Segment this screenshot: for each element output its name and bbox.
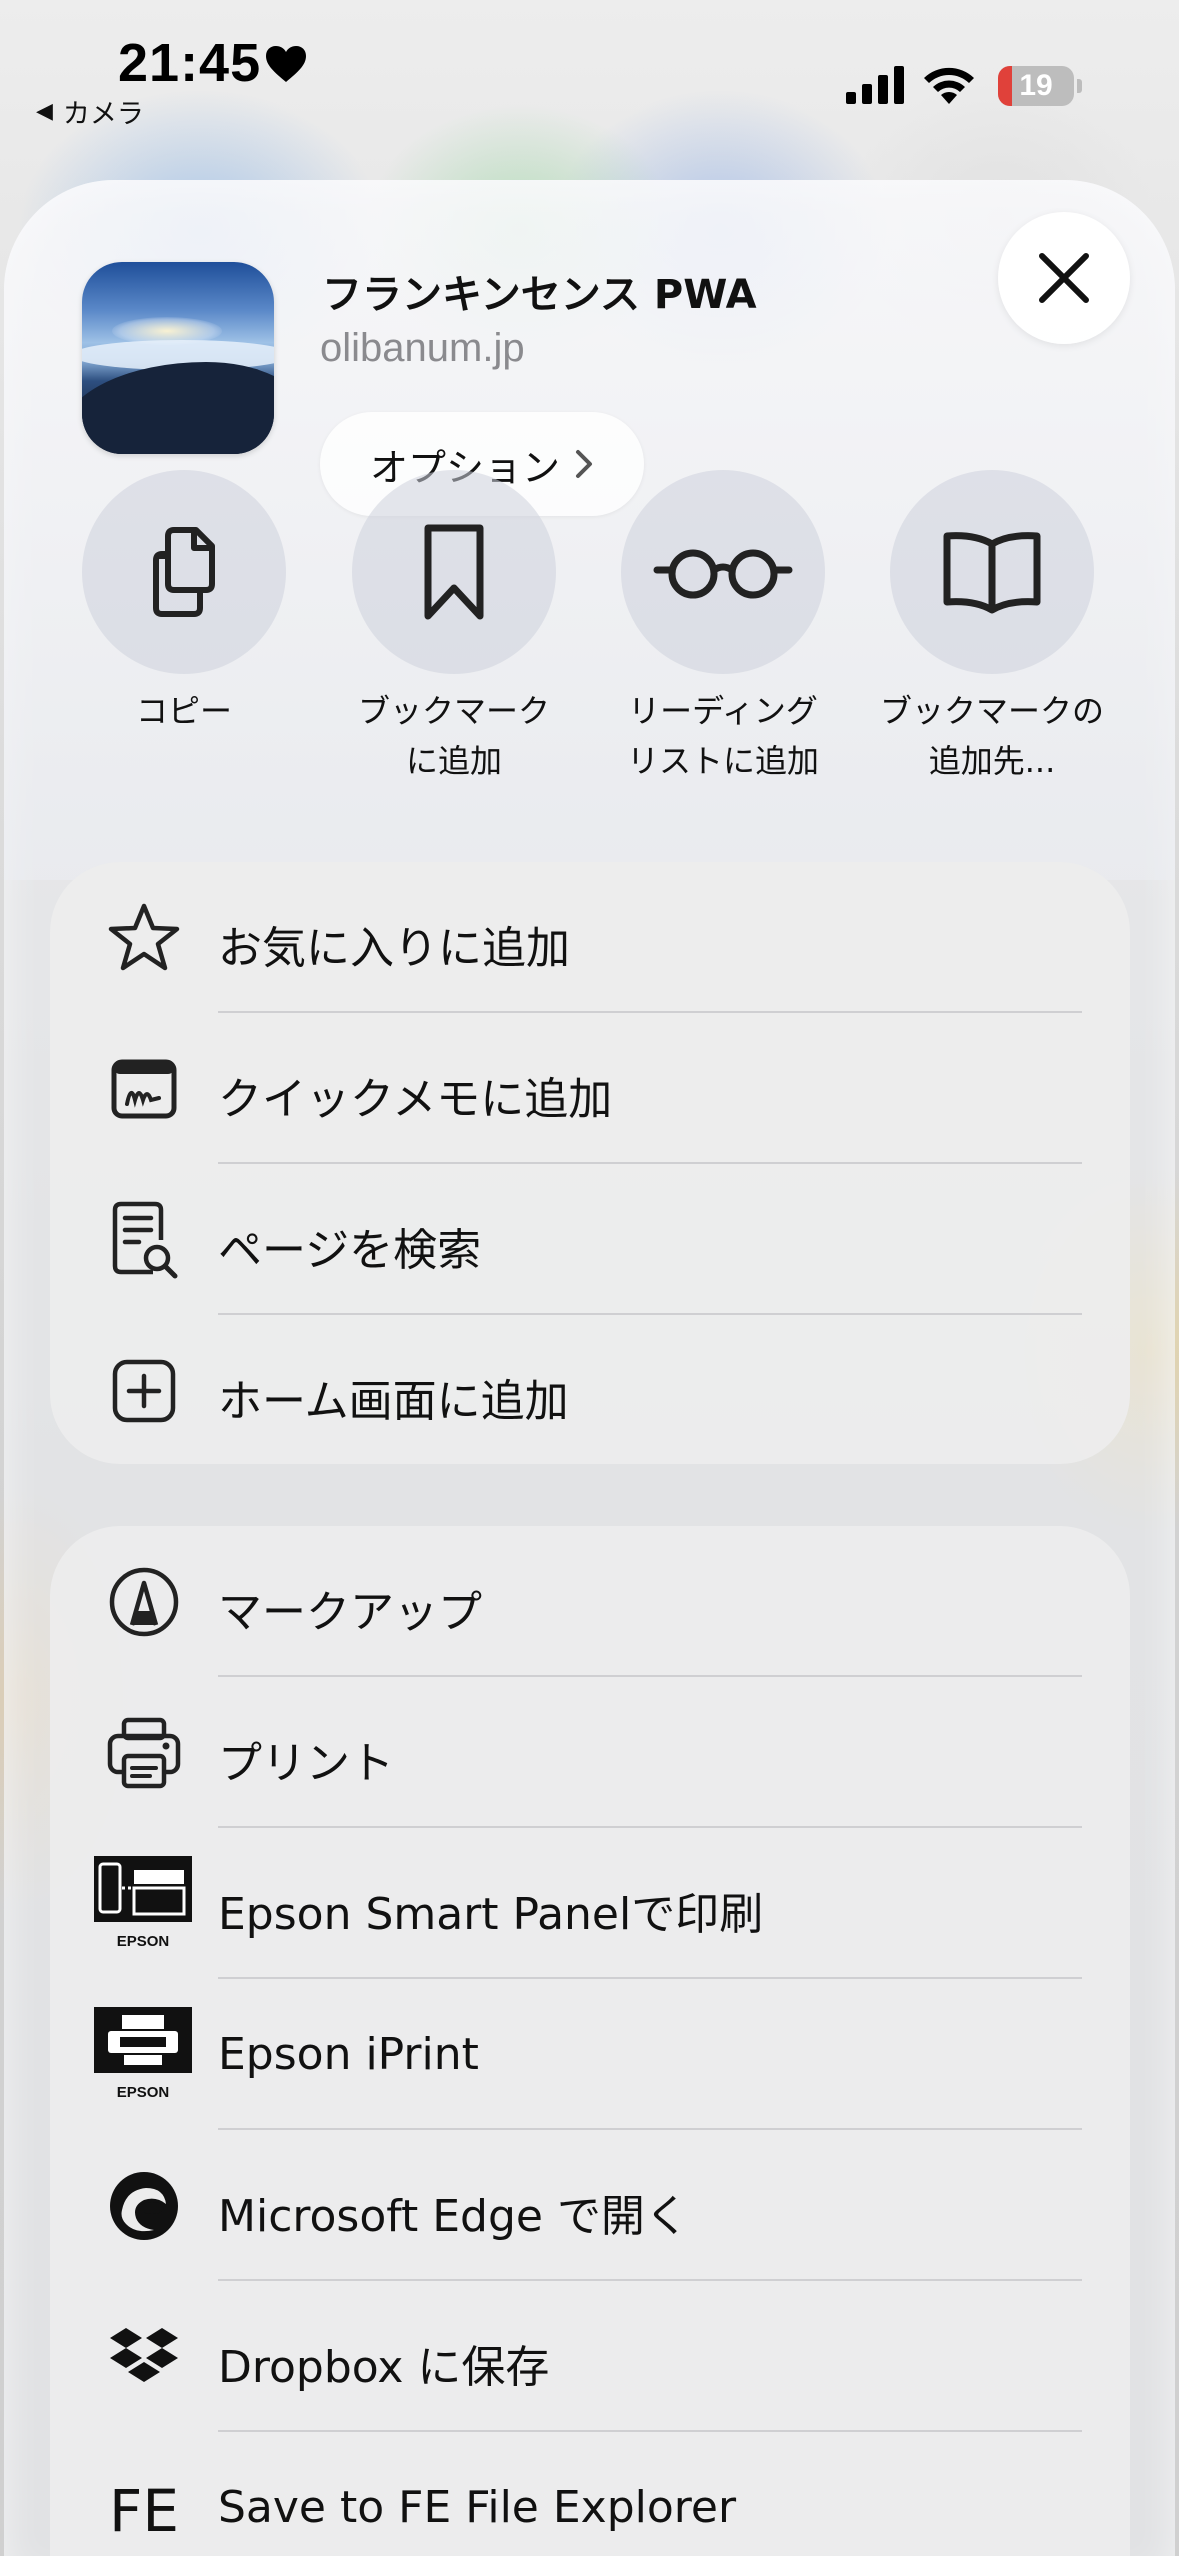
back-triangle-icon: ◀ [36, 99, 53, 124]
quick-actions-row: コピー ブックマーク に追加 リーディング リストに追加 ブックマークの 追加先… [0, 470, 1179, 800]
fe-file-explorer-icon: FE [109, 2477, 179, 2543]
menu-item-save-to-dropbox[interactable]: Dropbox に保存 [50, 2281, 1130, 2432]
menu-item-label: ページを検索 [218, 1225, 482, 1276]
close-icon [1039, 253, 1089, 303]
heart-icon [266, 46, 306, 82]
menu-item-label: Dropbox に保存 [218, 2342, 550, 2393]
menu-item-label: Epson Smart Panelで印刷 [218, 1889, 764, 1940]
markup-icon [109, 1567, 179, 1637]
menu-item-label: Epson iPrint [218, 2029, 479, 2080]
add-bookmark-label: ブックマーク に追加 [357, 692, 550, 780]
fe-icon-text: FE [109, 2477, 179, 2543]
menu-item-label: ホーム画面に追加 [218, 1376, 569, 1427]
app-thumbnail-icon [82, 262, 274, 454]
epson-smart-panel-icon: EPSON [94, 1856, 192, 1950]
menu-group-1: お気に入りに追加 クイックメモに追加 ページを検索 ホーム画面に追加 [50, 862, 1130, 1464]
battery-level: 19 [1019, 69, 1053, 102]
bookmark-destination-action[interactable]: ブックマークの 追加先... [862, 470, 1122, 800]
menu-group-2: マークアップ プリント EPSON Epson Smart Panelで印刷 E… [50, 1526, 1130, 2556]
signal-icon [846, 66, 904, 104]
edge-icon [110, 2172, 178, 2240]
menu-item-print[interactable]: プリント [50, 1677, 1130, 1828]
quick-note-icon [111, 1059, 177, 1119]
add-reading-list-action[interactable]: リーディング リストに追加 [593, 470, 853, 800]
menu-item-open-in-edge[interactable]: Microsoft Edge で開く [50, 2130, 1130, 2281]
add-square-icon [112, 1359, 176, 1423]
book-icon [943, 532, 1041, 614]
menu-item-epson-iprint[interactable]: EPSON Epson iPrint [50, 1979, 1130, 2130]
dropbox-icon [110, 2328, 178, 2382]
find-on-page-icon [112, 1201, 178, 1279]
wifi-icon [924, 67, 974, 104]
copy-action-label: コピー [135, 692, 232, 730]
printer-icon [107, 1717, 181, 1789]
glasses-icon [653, 549, 793, 599]
status-bar: 21:45 ◀ カメラ 19 [0, 0, 1179, 150]
copy-icon [153, 527, 215, 617]
close-button[interactable] [998, 212, 1130, 344]
epson-caption: EPSON [117, 1933, 170, 1950]
menu-item-label: Microsoft Edge で開く [218, 2191, 689, 2242]
back-link-label: カメラ [62, 99, 144, 130]
menu-item-label: クイックメモに追加 [218, 1074, 613, 1125]
copy-action[interactable]: コピー [54, 470, 314, 800]
shared-page-title: フランキンセンス PWA [322, 272, 757, 318]
epson-iprint-icon: EPSON [94, 2007, 192, 2101]
bookmark-destination-label: ブックマークの 追加先... [879, 692, 1104, 780]
shared-page-url: olibanum.jp [320, 326, 525, 370]
bookmark-icon [424, 524, 484, 620]
add-bookmark-action[interactable]: ブックマーク に追加 [324, 470, 584, 800]
menu-item-add-favorite[interactable]: お気に入りに追加 [50, 862, 1130, 1013]
epson-caption: EPSON [117, 2084, 170, 2101]
menu-item-add-to-home-screen[interactable]: ホーム画面に追加 [50, 1315, 1130, 1466]
menu-item-markup[interactable]: マークアップ [50, 1526, 1130, 1677]
menu-item-label: お気に入りに追加 [218, 923, 570, 974]
menu-item-label: プリント [218, 1738, 394, 1789]
battery-icon: 19 [998, 66, 1082, 106]
menu-item-save-to-fe-file-explorer[interactable]: FE Save to FE File Explorer [50, 2432, 1130, 2556]
menu-item-find-on-page[interactable]: ページを検索 [50, 1164, 1130, 1315]
menu-item-epson-smart-panel[interactable]: EPSON Epson Smart Panelで印刷 [50, 1828, 1130, 1979]
menu-item-add-quick-note[interactable]: クイックメモに追加 [50, 1013, 1130, 1164]
status-time: 21:45 [118, 33, 262, 93]
menu-item-label: マークアップ [218, 1587, 482, 1638]
star-icon [108, 903, 180, 971]
menu-item-label: Save to FE File Explorer [218, 2482, 737, 2533]
back-to-camera-link[interactable]: ◀ カメラ [36, 92, 144, 131]
add-reading-list-label: リーディング リストに追加 [626, 692, 819, 780]
